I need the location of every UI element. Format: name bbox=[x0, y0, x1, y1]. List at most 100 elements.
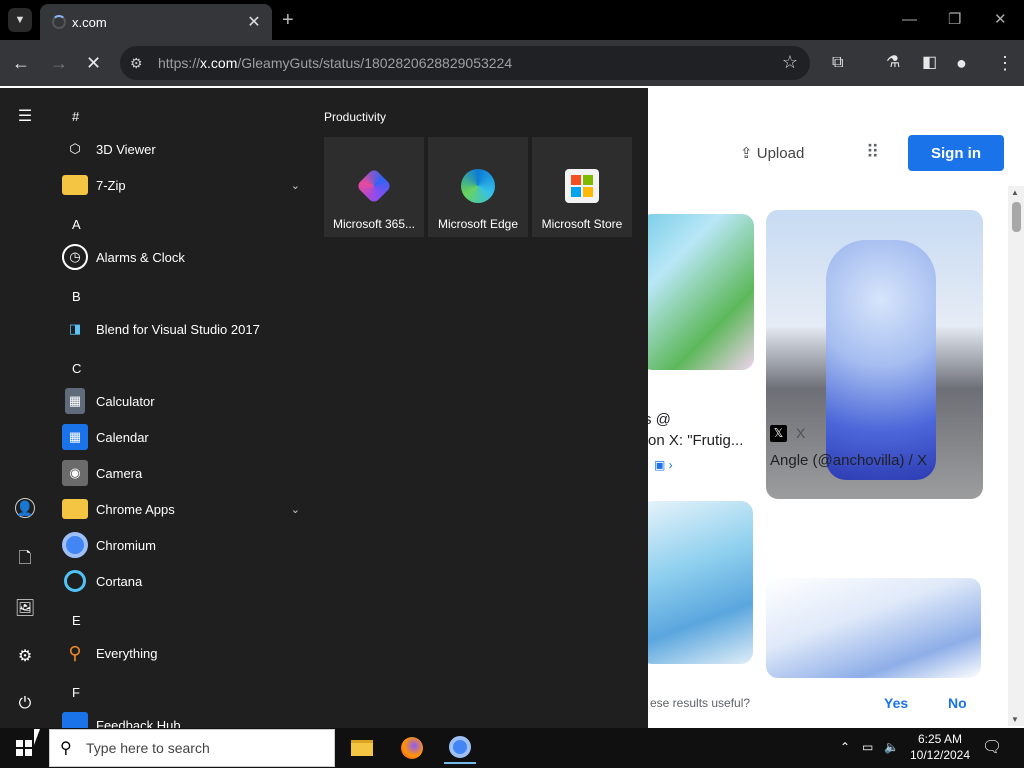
user-account-icon[interactable]: 👤 bbox=[15, 498, 35, 518]
app-calendar[interactable]: ▦ Calendar bbox=[62, 420, 306, 454]
tile-microsoft-edge[interactable]: Microsoft Edge bbox=[428, 137, 528, 237]
app-camera[interactable]: ◉ Camera bbox=[62, 456, 306, 490]
stop-loading-icon[interactable]: ✕ bbox=[86, 52, 101, 74]
x-logo-icon: 𝕏 bbox=[770, 425, 787, 442]
labs-flask-icon[interactable]: ⚗ bbox=[886, 52, 900, 74]
result-image-3[interactable] bbox=[640, 501, 753, 664]
system-clock[interactable]: 6:25 AM 10/12/2024 bbox=[900, 731, 980, 763]
google-apps-icon[interactable]: ⠿ bbox=[866, 142, 879, 163]
app-everything[interactable]: ⚲ Everything bbox=[62, 636, 306, 670]
back-arrow-icon[interactable]: ← bbox=[12, 52, 30, 74]
folder-icon bbox=[62, 499, 88, 519]
calculator-icon: ▦ bbox=[65, 388, 85, 414]
pictures-icon[interactable]: 🖼 bbox=[12, 595, 38, 621]
site-info-icon[interactable]: ⚙ bbox=[130, 55, 154, 72]
new-tab-icon[interactable]: + bbox=[282, 8, 294, 32]
app-chrome-apps[interactable]: Chrome Apps ⌄ bbox=[62, 492, 306, 526]
file-explorer-button[interactable] bbox=[346, 732, 378, 764]
profile-avatar-icon[interactable]: ● bbox=[956, 52, 967, 74]
calendar-icon: ▦ bbox=[62, 424, 88, 450]
result-caption-1a[interactable]: s @ bbox=[644, 411, 671, 428]
chromium-icon bbox=[62, 532, 88, 558]
loading-spinner-icon bbox=[52, 15, 66, 29]
sign-in-button[interactable]: Sign in bbox=[908, 135, 1004, 171]
letter-header[interactable]: # bbox=[72, 109, 79, 124]
app-alarms-clock[interactable]: ◷ Alarms & Clock bbox=[62, 240, 306, 274]
firefox-icon bbox=[401, 737, 423, 759]
settings-gear-icon[interactable]: ⚙ bbox=[12, 643, 38, 669]
app-label: Alarms & Clock bbox=[96, 249, 185, 265]
scroll-down-icon[interactable]: ▼ bbox=[1011, 715, 1019, 724]
tab-close-icon[interactable]: ✕ bbox=[242, 12, 266, 32]
taskbar: ⚲ ⌃ ▭ 🔈 6:25 AM 10/12/2024 🗨 bbox=[0, 728, 1024, 768]
tab-search-button[interactable]: ▼ bbox=[8, 8, 32, 32]
browser-tab[interactable]: x.com ✕ bbox=[40, 4, 272, 40]
bookmark-star-icon[interactable]: ☆ bbox=[782, 52, 798, 73]
chevron-down-icon[interactable]: ⌄ bbox=[291, 179, 300, 192]
menu-dots-icon[interactable]: ⋮ bbox=[996, 52, 1014, 74]
scroll-up-icon[interactable]: ▲ bbox=[1011, 188, 1019, 197]
app-label: Chromium bbox=[96, 537, 156, 553]
letter-header[interactable]: B bbox=[72, 289, 81, 304]
app-calculator[interactable]: ▦ Calculator bbox=[62, 384, 306, 418]
app-label: Feedback Hub bbox=[96, 717, 181, 729]
browser-toolbar: ← → ✕ ⚙ https://x.com/GleamyGuts/status/… bbox=[0, 40, 1024, 86]
chevron-down-icon: ▼ bbox=[14, 14, 26, 26]
app-label: Blend for Visual Studio 2017 bbox=[96, 321, 260, 337]
notification-icon[interactable]: 🗨 bbox=[982, 737, 1002, 757]
app-cortana[interactable]: Cortana bbox=[62, 564, 306, 598]
result-image-1[interactable] bbox=[640, 214, 754, 370]
restore-icon[interactable]: ❐ bbox=[948, 8, 961, 32]
taskbar-search[interactable]: ⚲ bbox=[49, 729, 335, 767]
feedback-question: ese results useful? bbox=[650, 696, 751, 710]
app-blend[interactable]: ◨ Blend for Visual Studio 2017 bbox=[62, 312, 306, 346]
extensions-icon[interactable]: ⧉ bbox=[832, 52, 843, 74]
minimize-icon[interactable]: — bbox=[902, 8, 917, 32]
app-label: 3D Viewer bbox=[96, 141, 156, 157]
letter-header[interactable]: E bbox=[72, 613, 81, 628]
show-hidden-icons[interactable]: ⌃ bbox=[840, 740, 850, 754]
letter-header[interactable]: C bbox=[72, 361, 81, 376]
letter-header[interactable]: A bbox=[72, 217, 81, 232]
firefox-button[interactable] bbox=[396, 732, 428, 764]
tile-microsoft-365[interactable]: Microsoft 365... bbox=[324, 137, 424, 237]
address-bar[interactable]: ⚙ https://x.com/GleamyGuts/status/180282… bbox=[120, 46, 810, 80]
documents-icon[interactable]: 🗋 bbox=[12, 547, 38, 573]
app-3d-viewer[interactable]: ⬡ 3D Viewer bbox=[62, 132, 306, 166]
tile-label: Microsoft 365... bbox=[332, 217, 416, 231]
cube-icon: ⬡ bbox=[69, 141, 81, 156]
search-input[interactable] bbox=[86, 740, 326, 756]
start-menu: ☰ 👤 🗋 🖼 ⚙ ⏻ # ⬡ 3D Viewer 7-Zip ⌄ A ◷ Al… bbox=[0, 88, 648, 728]
feedback-no-button[interactable]: No bbox=[948, 695, 967, 711]
clock-date: 10/12/2024 bbox=[909, 748, 971, 762]
page-scrollbar[interactable]: ▲ ▼ bbox=[1008, 186, 1024, 726]
file-explorer-icon bbox=[351, 740, 373, 756]
close-window-icon[interactable]: ✕ bbox=[994, 8, 1007, 32]
chevron-down-icon[interactable]: ⌄ bbox=[291, 503, 300, 516]
hamburger-menu-icon[interactable]: ☰ bbox=[12, 103, 38, 129]
result-more-chevron-icon[interactable]: ▣ › bbox=[654, 458, 673, 472]
upload-button[interactable]: ⇪ Upload bbox=[740, 144, 804, 162]
side-panel-icon[interactable]: ◧ bbox=[922, 52, 937, 74]
app-feedback-hub[interactable]: Feedback Hub bbox=[62, 708, 306, 728]
start-button[interactable] bbox=[0, 728, 48, 768]
result-caption-2[interactable]: Angle (@anchovilla) / X bbox=[770, 452, 927, 469]
network-icon[interactable]: ▭ bbox=[862, 740, 873, 754]
power-icon[interactable]: ⏻ bbox=[12, 691, 38, 717]
result-source-2[interactable]: X bbox=[796, 425, 805, 441]
chromium-taskbar-button[interactable] bbox=[444, 732, 476, 764]
tab-title: x.com bbox=[72, 14, 107, 30]
url-path: /GleamyGuts/status/1802820628829053224 bbox=[237, 55, 513, 71]
volume-muted-icon[interactable]: 🔈 bbox=[884, 740, 899, 754]
clock-icon: ◷ bbox=[62, 244, 88, 270]
app-label: Calculator bbox=[96, 393, 155, 409]
result-image-4[interactable] bbox=[766, 578, 981, 678]
app-chromium[interactable]: Chromium bbox=[62, 528, 306, 562]
tile-microsoft-store[interactable]: Microsoft Store bbox=[532, 137, 632, 237]
forward-arrow-icon[interactable]: → bbox=[50, 52, 68, 74]
result-caption-1b[interactable]: on X: "Frutig... bbox=[648, 432, 743, 449]
letter-header[interactable]: F bbox=[72, 685, 80, 700]
scroll-thumb[interactable] bbox=[1012, 202, 1021, 232]
feedback-yes-button[interactable]: Yes bbox=[884, 695, 908, 711]
app-7zip[interactable]: 7-Zip ⌄ bbox=[62, 168, 306, 202]
